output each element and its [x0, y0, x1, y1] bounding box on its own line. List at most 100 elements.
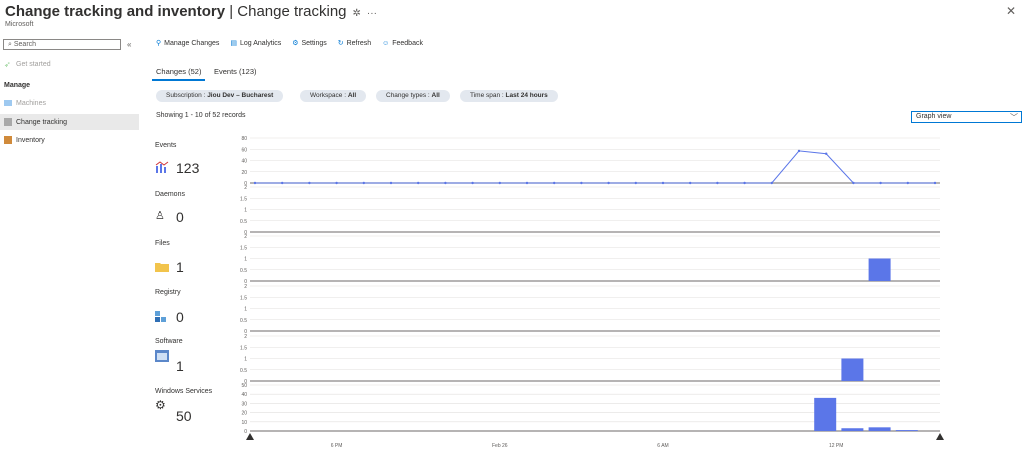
x-tick-label: 12 PM — [829, 443, 843, 449]
software-label: Software — [155, 338, 183, 345]
pin-icon[interactable]: ✲ — [353, 8, 361, 19]
registry-total: 0 — [176, 309, 184, 325]
filter-time-span[interactable]: Time span : Last 24 hours — [460, 90, 558, 102]
y-tick-label: 1 — [244, 357, 247, 363]
gear-icon: ⚙ — [292, 40, 299, 47]
log-analytics-button[interactable]: ▤ Log Analytics — [230, 40, 281, 47]
daemons-label: Daemons — [155, 191, 185, 198]
feedback-button[interactable]: ☺ Feedback — [382, 40, 423, 47]
more-icon[interactable]: ··· — [367, 8, 377, 19]
data-bar — [868, 258, 891, 281]
events-data-point — [906, 181, 909, 185]
rocket-icon: ➶ — [4, 60, 11, 69]
close-icon[interactable]: ✕ — [1006, 4, 1016, 18]
y-tick-label: 0.5 — [240, 368, 247, 374]
gears-icon: ⚙ — [155, 398, 166, 412]
y-tick-label: 60 — [241, 147, 247, 153]
events-data-point — [335, 181, 338, 185]
y-tick-label: 0 — [244, 379, 247, 385]
y-tick-label: 20 — [241, 411, 247, 417]
y-tick-label: 30 — [241, 401, 247, 407]
y-tick-label: 1 — [244, 208, 247, 214]
y-tick-label: 20 — [241, 170, 247, 176]
data-bar — [841, 428, 864, 431]
events-data-point — [417, 181, 420, 185]
data-bar — [841, 358, 864, 381]
events-label: Events — [155, 142, 177, 149]
y-tick-label: 2 — [244, 185, 247, 191]
tab-changes[interactable]: Changes (52) — [152, 64, 206, 81]
y-tick-label: 1 — [244, 257, 247, 263]
feedback-icon: ☺ — [382, 40, 390, 47]
daemons-total: 0 — [176, 209, 184, 225]
y-tick-label: 50 — [241, 383, 247, 389]
events-data-point — [933, 181, 937, 185]
y-tick-label: 1.5 — [240, 245, 247, 251]
y-tick-label: 80 — [241, 136, 247, 142]
events-data-point — [389, 181, 393, 185]
software-icon — [155, 349, 169, 367]
settings-button[interactable]: ⚙ Settings — [292, 40, 327, 47]
daemon-icon: ♙ — [155, 210, 165, 222]
y-tick-label: 1.5 — [240, 345, 247, 351]
range-start-handle-icon — [246, 433, 254, 440]
data-bar — [814, 397, 837, 431]
x-tick-label: 6 PM — [331, 443, 343, 449]
y-tick-label: 0.5 — [240, 268, 247, 274]
events-data-point — [797, 149, 801, 153]
events-data-point — [444, 181, 447, 185]
log-icon: ▤ — [230, 40, 237, 47]
x-tick-label: 6 AM — [657, 443, 668, 449]
events-data-point — [716, 181, 719, 185]
y-tick-label: 2 — [244, 334, 247, 340]
events-data-point — [498, 181, 501, 185]
data-bar — [868, 427, 891, 431]
y-tick-label: 1 — [244, 307, 247, 313]
events-data-point — [553, 181, 556, 185]
y-tick-label: 10 — [241, 420, 247, 426]
filter-subscription[interactable]: Subscription : Jiou Dev – Bucharest — [156, 90, 284, 102]
folder-icon — [155, 259, 169, 277]
page-title: Change tracking and inventory | Change t… — [5, 3, 377, 20]
windows-services-label: Windows Services — [155, 388, 213, 395]
events-data-point — [471, 181, 474, 185]
events-data-point — [607, 181, 610, 185]
files-total: 1 — [176, 259, 184, 275]
filter-change-types[interactable]: Change types : All — [376, 90, 450, 102]
events-total: 123 — [176, 160, 200, 176]
refresh-button[interactable]: ↻ Refresh — [338, 40, 371, 47]
events-data-point — [281, 181, 284, 185]
search-input[interactable]: ⌕ Search — [3, 39, 121, 50]
software-total: 1 — [176, 358, 184, 374]
events-data-point — [580, 181, 583, 185]
sidebar-item-machines[interactable]: Machines — [4, 100, 46, 107]
events-data-point — [852, 181, 855, 185]
records-count: Showing 1 - 10 of 52 records — [156, 112, 246, 119]
events-data-point — [770, 181, 773, 185]
events-data-point — [308, 181, 311, 185]
events-data-point — [525, 181, 529, 185]
data-bar — [895, 430, 918, 431]
y-tick-label: 2 — [244, 234, 247, 240]
windows-services-total: 50 — [176, 408, 192, 424]
tab-events[interactable]: Events (123) — [210, 64, 261, 79]
events-series-line — [255, 150, 935, 184]
x-tick-label: Feb 26 — [492, 443, 508, 449]
registry-label: Registry — [155, 289, 181, 296]
events-data-point — [825, 152, 828, 155]
page-subtitle: Microsoft — [5, 21, 34, 28]
y-tick-label: 40 — [241, 392, 247, 398]
manage-changes-button[interactable]: ⚲ Manage Changes — [156, 40, 219, 47]
sidebar-section-manage: Manage — [4, 82, 31, 89]
sidebar-item-get-started[interactable]: ➶ Get started — [4, 60, 51, 69]
refresh-icon: ↻ — [337, 40, 344, 47]
y-tick-label: 0 — [244, 329, 247, 335]
y-tick-label: 2 — [244, 284, 247, 290]
y-tick-label: 0.5 — [240, 219, 247, 225]
sidebar-item-change-tracking[interactable]: Change tracking — [0, 114, 139, 130]
sidebar-item-inventory[interactable]: Inventory — [4, 136, 45, 144]
view-select[interactable]: Graph view ﹀ — [911, 111, 1022, 123]
filter-workspace[interactable]: Workspace : All — [300, 90, 367, 102]
collapse-sidebar-icon[interactable]: « — [127, 40, 131, 49]
y-tick-label: 0 — [244, 181, 247, 187]
